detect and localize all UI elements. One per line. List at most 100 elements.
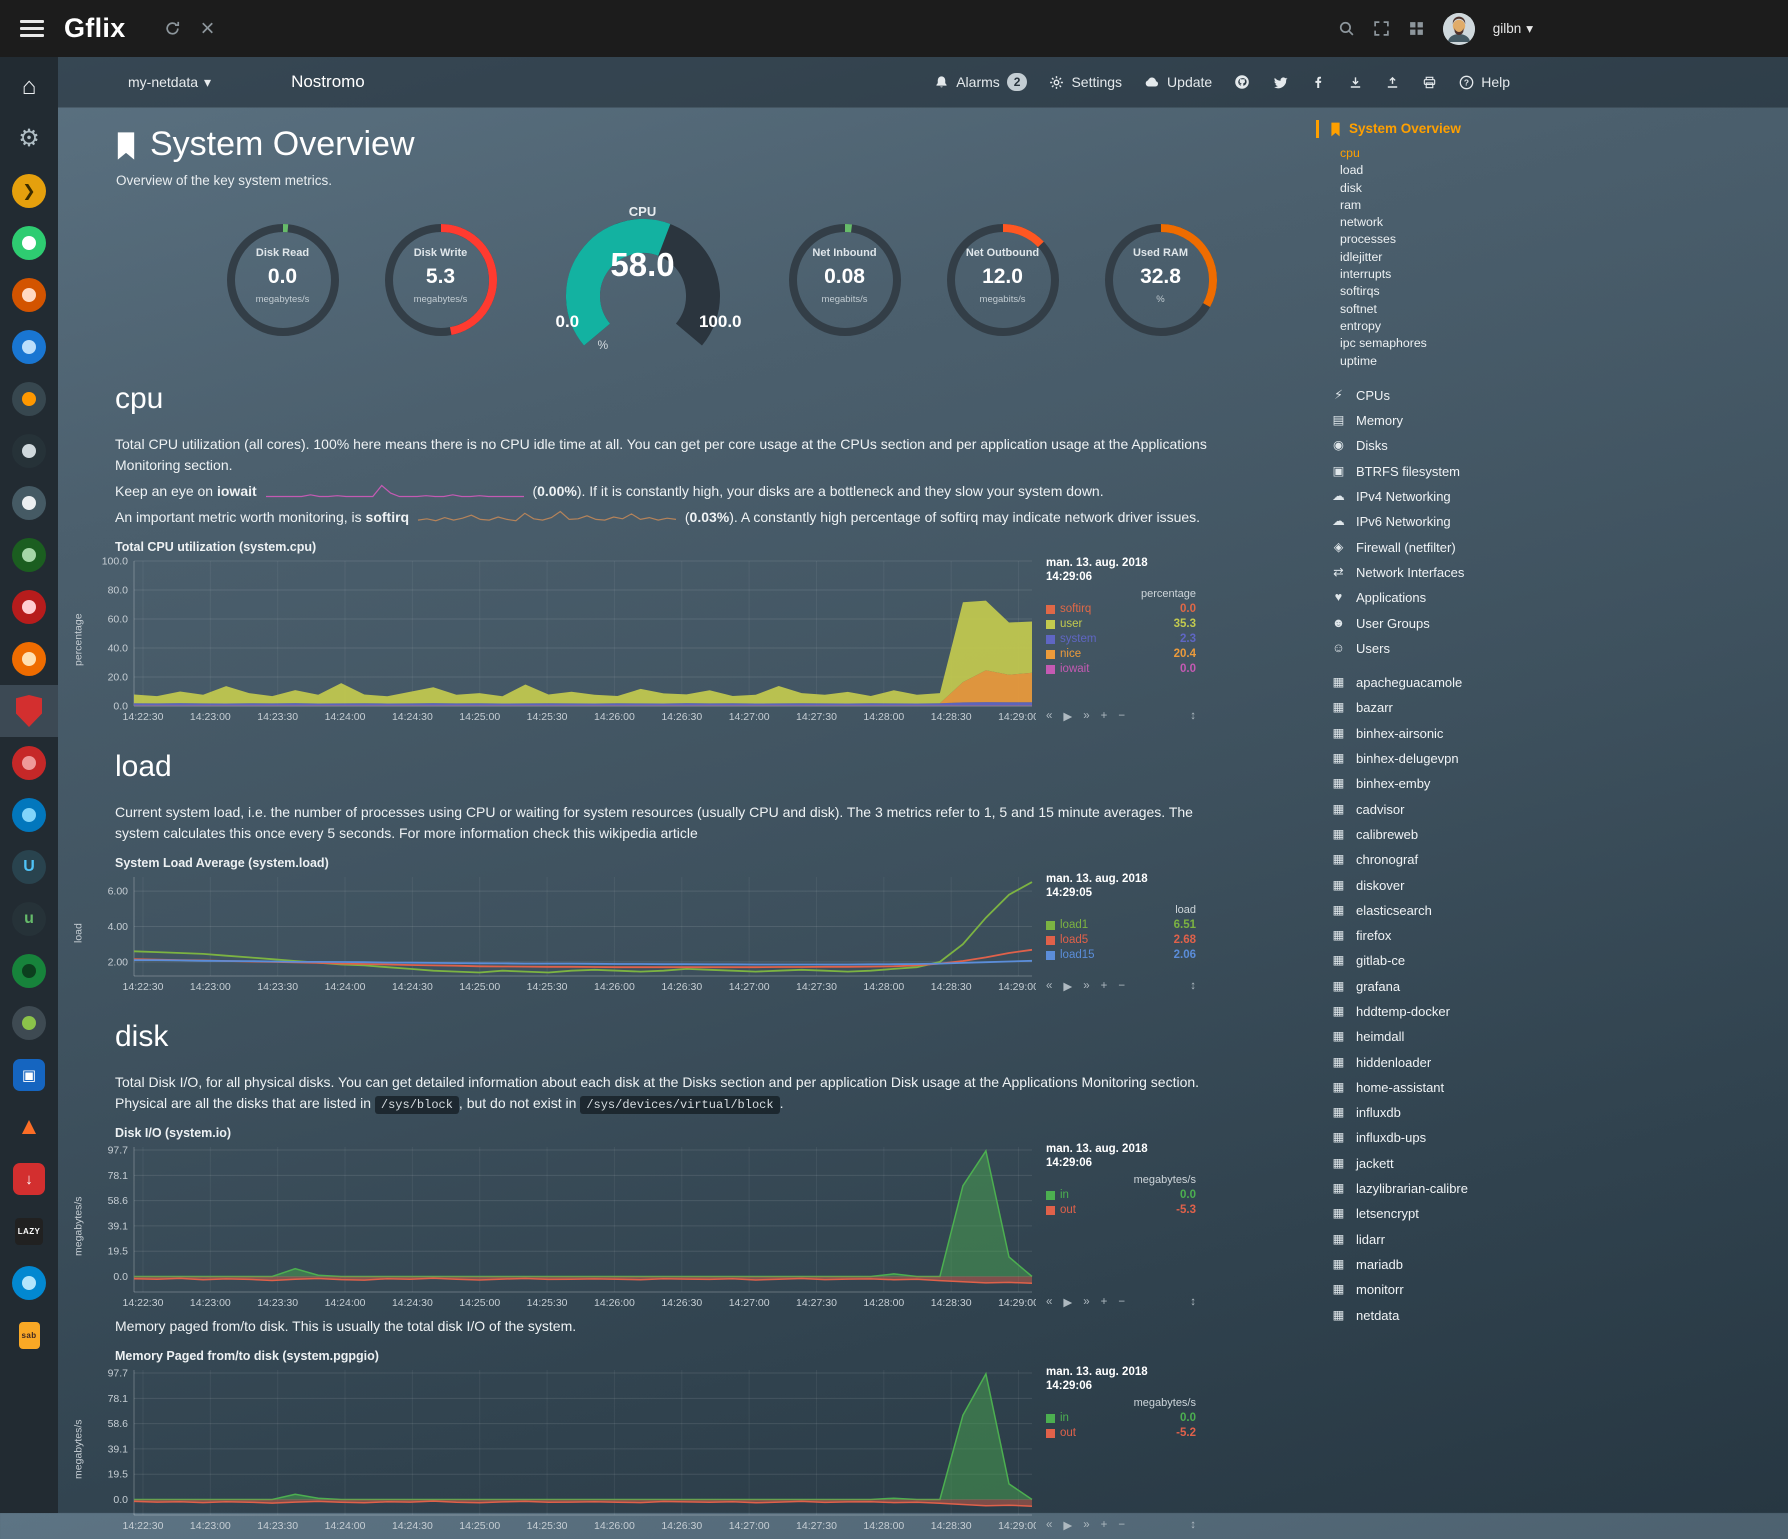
menu-item-gitlab-ce[interactable]: ▦gitlab-ce xyxy=(1330,948,1580,973)
menu-item-apacheguacamole[interactable]: ▦apacheguacamole xyxy=(1330,670,1580,695)
sidebar-tab-app-sabnzbd[interactable]: sab xyxy=(0,1309,58,1361)
menu-item-monitorr[interactable]: ▦monitorr xyxy=(1330,1277,1580,1302)
menu-item-binhex-emby[interactable]: ▦binhex-emby xyxy=(1330,771,1580,796)
menu-item-ipc-semaphores[interactable]: ipc semaphores xyxy=(1340,335,1580,352)
legend-row-softirq[interactable]: softirq0.0 xyxy=(1046,602,1196,617)
menu-item-home-assistant[interactable]: ▦home-assistant xyxy=(1330,1075,1580,1100)
netdata-action-alarms[interactable]: Alarms2 xyxy=(934,73,1027,91)
sidebar-tab-app-green-circle[interactable] xyxy=(0,945,58,997)
menu-item-binhex-delugevpn[interactable]: ▦binhex-delugevpn xyxy=(1330,746,1580,771)
menu-section-user-groups[interactable]: ☻User Groups xyxy=(1330,611,1580,636)
legend-row-in[interactable]: in0.0 xyxy=(1046,1411,1196,1426)
sidebar-tab-app-search[interactable] xyxy=(0,373,58,425)
menu-item-lidarr[interactable]: ▦lidarr xyxy=(1330,1227,1580,1252)
menu-item-interrupts[interactable]: interrupts xyxy=(1340,266,1580,283)
search-icon[interactable] xyxy=(1338,20,1355,37)
netdata-action-print[interactable] xyxy=(1422,75,1437,90)
sidebar-tab-app-blue-cloud[interactable] xyxy=(0,789,58,841)
chart-pan-forward-icon[interactable]: » xyxy=(1083,980,1089,992)
chart-resize-handle-icon[interactable]: ↕ xyxy=(1190,1519,1196,1531)
legend-row-system[interactable]: system2.3 xyxy=(1046,632,1196,647)
chart-resize-handle-icon[interactable]: ↕ xyxy=(1190,1296,1196,1308)
menu-section-disks[interactable]: ◉Disks xyxy=(1330,433,1580,458)
sidebar-tab-app-lazylibrarian[interactable]: LAZY xyxy=(0,1205,58,1257)
tabs-grid-icon[interactable] xyxy=(1408,20,1425,37)
sidebar-tab-app-red-arrow[interactable]: ↓ xyxy=(0,1153,58,1205)
sidebar-tab-home[interactable]: ⌂ xyxy=(0,61,58,113)
legend-row-iowait[interactable]: iowait0.0 xyxy=(1046,662,1196,677)
menu-item-grafana[interactable]: ▦grafana xyxy=(1330,974,1580,999)
sidebar-tab-app-pills[interactable] xyxy=(0,997,58,1049)
menu-item-softnet[interactable]: softnet xyxy=(1340,301,1580,318)
chart-play-icon[interactable]: ▶ xyxy=(1063,1295,1072,1309)
menu-item-network[interactable]: network xyxy=(1340,214,1580,231)
sidebar-tab-app-dark-1[interactable] xyxy=(0,425,58,477)
menu-icon[interactable] xyxy=(20,16,44,41)
chart-plot-system.cpu[interactable]: 0.020.040.060.080.0100.014:22:3014:23:00… xyxy=(86,556,1036,724)
sidebar-tab-app-red-2[interactable] xyxy=(0,737,58,789)
chart-pan-forward-icon[interactable]: » xyxy=(1083,1296,1089,1308)
sidebar-tab-app-blue-drop[interactable] xyxy=(0,1257,58,1309)
netdata-action-facebook[interactable] xyxy=(1310,74,1326,90)
netdata-action-github[interactable] xyxy=(1234,74,1250,90)
menu-item-cpu[interactable]: cpu xyxy=(1340,145,1580,162)
netdata-action-settings[interactable]: Settings xyxy=(1049,74,1122,90)
legend-row-out[interactable]: out-5.2 xyxy=(1046,1426,1196,1441)
sidebar-tab-app-orange-gear[interactable] xyxy=(0,633,58,685)
sidebar-tab-app-stack[interactable] xyxy=(0,269,58,321)
netdata-action-download[interactable] xyxy=(1348,75,1363,90)
menu-item-letsencrypt[interactable]: ▦letsencrypt xyxy=(1330,1201,1580,1226)
fullscreen-icon[interactable] xyxy=(1373,20,1390,37)
chart-pan-backward-icon[interactable]: « xyxy=(1046,980,1052,992)
menu-section-memory[interactable]: ▤Memory xyxy=(1330,408,1580,433)
menu-section-btrfs-filesystem[interactable]: ▣BTRFS filesystem xyxy=(1330,459,1580,484)
chart-zoom-in-icon[interactable]: + xyxy=(1101,1296,1108,1308)
sidebar-tab-app-orange[interactable]: ❯ xyxy=(0,165,58,217)
menu-section-network-interfaces[interactable]: ⇄Network Interfaces xyxy=(1330,560,1580,585)
netdata-action-help[interactable]: ?Help xyxy=(1459,74,1510,90)
sidebar-tab-settings[interactable]: ⚙ xyxy=(0,113,58,165)
chart-zoom-in-icon[interactable]: + xyxy=(1101,710,1108,722)
chart-plot-system.io[interactable]: 0.019.539.158.678.197.714:22:3014:23:001… xyxy=(86,1142,1036,1310)
sidebar-tab-app-blue-u[interactable]: U xyxy=(0,841,58,893)
legend-row-load1[interactable]: load16.51 xyxy=(1046,918,1196,933)
chart-play-icon[interactable]: ▶ xyxy=(1063,709,1072,723)
chart-pan-backward-icon[interactable]: « xyxy=(1046,1296,1052,1308)
menu-item-netdata[interactable]: ▦netdata xyxy=(1330,1303,1580,1328)
chart-pan-backward-icon[interactable]: « xyxy=(1046,1519,1052,1531)
menu-section-cpus[interactable]: ⚡CPUs xyxy=(1330,383,1580,408)
legend-row-out[interactable]: out-5.3 xyxy=(1046,1203,1196,1218)
chart-pan-forward-icon[interactable]: » xyxy=(1083,1519,1089,1531)
chart-zoom-in-icon[interactable]: + xyxy=(1101,1519,1108,1531)
chart-play-icon[interactable]: ▶ xyxy=(1063,1518,1072,1532)
menu-item-binhex-airsonic[interactable]: ▦binhex-airsonic xyxy=(1330,721,1580,746)
sidebar-tab-app-blue-bars[interactable] xyxy=(0,321,58,373)
gauge-cpu[interactable]: CPU58.00.0100.0% xyxy=(540,204,746,356)
menu-section-users[interactable]: ☺Users xyxy=(1330,636,1580,661)
menu-item-processes[interactable]: processes xyxy=(1340,231,1580,248)
chart-zoom-out-icon[interactable]: − xyxy=(1118,980,1125,992)
chart-plot-system.pgpgio[interactable]: 0.019.539.158.678.197.714:22:3014:23:001… xyxy=(86,1365,1036,1533)
netdata-action-update[interactable]: Update xyxy=(1144,74,1212,90)
chart-zoom-in-icon[interactable]: + xyxy=(1101,980,1108,992)
sidebar-tab-app-darkgreen[interactable] xyxy=(0,529,58,581)
menu-item-mariadb[interactable]: ▦mariadb xyxy=(1330,1252,1580,1277)
avatar[interactable] xyxy=(1443,13,1475,45)
sidebar-tab-app-red-1[interactable] xyxy=(0,581,58,633)
legend-row-nice[interactable]: nice20.4 xyxy=(1046,647,1196,662)
server-dropdown[interactable]: my-netdata ▾ xyxy=(128,74,211,91)
menu-item-load[interactable]: load xyxy=(1340,162,1580,179)
chart-resize-handle-icon[interactable]: ↕ xyxy=(1190,710,1196,722)
sidebar-tab-app-blue-square[interactable]: ▣ xyxy=(0,1049,58,1101)
chart-zoom-out-icon[interactable]: − xyxy=(1118,1519,1125,1531)
menu-item-bazarr[interactable]: ▦bazarr xyxy=(1330,695,1580,720)
menu-item-uptime[interactable]: uptime xyxy=(1340,353,1580,370)
legend-row-in[interactable]: in0.0 xyxy=(1046,1188,1196,1203)
sidebar-tab-app-gitlab[interactable]: ▲ xyxy=(0,1101,58,1153)
menu-item-heimdall[interactable]: ▦heimdall xyxy=(1330,1024,1580,1049)
chart-play-icon[interactable]: ▶ xyxy=(1063,979,1072,993)
gauge-disk-write[interactable]: Disk Write5.3megabytes/s xyxy=(382,221,500,339)
menu-item-entropy[interactable]: entropy xyxy=(1340,318,1580,335)
menu-item-diskover[interactable]: ▦diskover xyxy=(1330,873,1580,898)
legend-row-load5[interactable]: load52.68 xyxy=(1046,933,1196,948)
